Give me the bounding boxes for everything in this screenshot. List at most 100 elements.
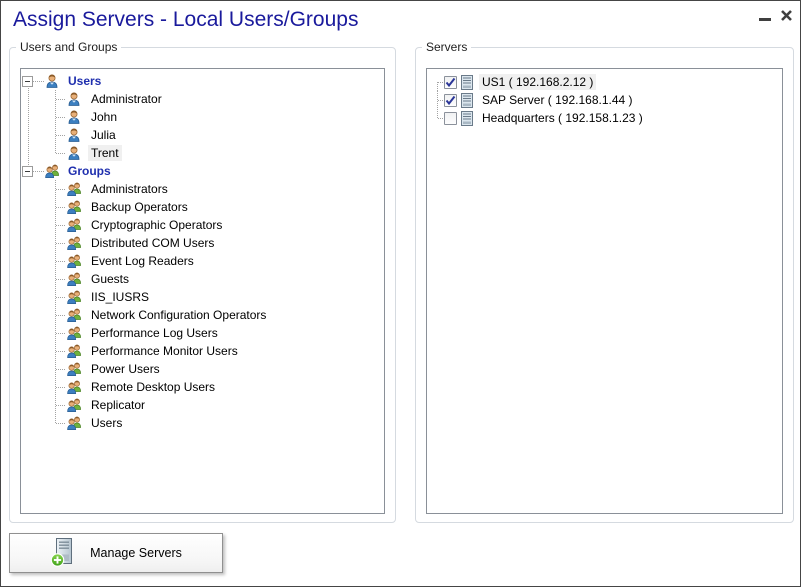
tree-item-label: Users (88, 415, 125, 431)
tree-connector (55, 108, 66, 126)
collapse-toggle-icon[interactable] (22, 166, 33, 177)
server-icon (461, 93, 473, 108)
tree-item-label: IIS_IUSRS (88, 289, 152, 305)
server-checkbox[interactable] (444, 112, 457, 125)
tree-connector (55, 180, 66, 198)
tree-connector (55, 216, 66, 234)
group-icon (66, 343, 82, 359)
tree-connector (55, 234, 66, 252)
tree-connector (55, 126, 66, 144)
tree-connector (55, 198, 66, 216)
group-icon (66, 217, 82, 233)
group-icon (66, 379, 82, 395)
tree-item[interactable]: Replicator (22, 396, 384, 414)
tree-item-label: Guests (88, 271, 132, 287)
tree-item[interactable]: Groups (22, 162, 384, 180)
minimize-button[interactable] (758, 8, 772, 22)
tree-item[interactable]: Performance Monitor Users (22, 342, 384, 360)
server-item-label: Headquarters ( 192.158.1.23 ) (479, 110, 646, 126)
tree-connector (55, 360, 66, 378)
tree-item-label: Remote Desktop Users (88, 379, 218, 395)
tree-item-label: Replicator (88, 397, 148, 413)
servers-list: US1 ( 192.168.2.12 ) SAP Server ( 192.168… (426, 68, 783, 514)
close-button[interactable] (779, 8, 793, 22)
tree-item[interactable]: Distributed COM Users (22, 234, 384, 252)
group-icon (66, 271, 82, 287)
tree-connector (55, 252, 66, 270)
manage-servers-label: Manage Servers (90, 546, 182, 560)
tree-connector (55, 324, 66, 342)
tree-connector (55, 270, 66, 288)
tree-connector (33, 81, 44, 82)
close-icon (780, 9, 793, 22)
group-icon (66, 361, 82, 377)
tree-connector (55, 144, 66, 162)
tree-item-label: Julia (88, 127, 119, 143)
servers-groupbox: Servers US1 ( 192.168.2.12 )SAP Server (… (415, 47, 794, 523)
tree-item[interactable]: Power Users (22, 360, 384, 378)
user-icon (44, 73, 60, 89)
users-groups-groupbox: Users and Groups UsersAdministratorJohnJ… (9, 47, 396, 523)
tree-item[interactable]: Remote Desktop Users (22, 378, 384, 396)
server-checkbox[interactable] (444, 76, 457, 89)
tree-item-label: Performance Monitor Users (88, 343, 241, 359)
tree-item[interactable]: Trent (22, 144, 384, 162)
server-item[interactable]: SAP Server ( 192.168.1.44 ) (437, 91, 782, 109)
tree-item[interactable]: Backup Operators (22, 198, 384, 216)
tree-item[interactable]: Administrators (22, 180, 384, 198)
tree-item-label: Backup Operators (88, 199, 191, 215)
tree-item[interactable]: Users (22, 414, 384, 432)
manage-servers-button[interactable]: Manage Servers (9, 533, 223, 573)
collapse-toggle-icon[interactable] (22, 76, 33, 87)
tree-connector (437, 109, 444, 127)
group-icon (66, 325, 82, 341)
tree-item-label: Network Configuration Operators (88, 307, 269, 323)
tree-item-label: Trent (88, 145, 122, 161)
tree-connector (55, 396, 66, 414)
server-checkbox[interactable] (444, 94, 457, 107)
tree-connector (55, 306, 66, 324)
tree-item-label: Administrator (88, 91, 165, 107)
tree-item[interactable]: Julia (22, 126, 384, 144)
tree-item[interactable]: Guests (22, 270, 384, 288)
dialog-title: Assign Servers - Local Users/Groups (13, 8, 358, 32)
group-icon (66, 289, 82, 305)
group-icon (66, 253, 82, 269)
add-server-icon (50, 538, 76, 568)
tree-item-label: Distributed COM Users (88, 235, 217, 251)
tree-item-label: Groups (66, 164, 113, 178)
tree-item-label: Users (66, 74, 103, 88)
group-icon (66, 181, 82, 197)
server-icon (461, 75, 473, 90)
server-item[interactable]: Headquarters ( 192.158.1.23 ) (437, 109, 782, 127)
tree-connector (437, 91, 444, 109)
tree-item[interactable]: Administrator (22, 90, 384, 108)
user-icon (66, 91, 82, 107)
tree-item[interactable]: Network Configuration Operators (22, 306, 384, 324)
window-controls (758, 8, 793, 22)
server-item-label: US1 ( 192.168.2.12 ) (479, 74, 596, 90)
tree-item-label: John (88, 109, 120, 125)
server-item[interactable]: US1 ( 192.168.2.12 ) (437, 73, 782, 91)
tree-item[interactable]: IIS_IUSRS (22, 288, 384, 306)
tree-connector (55, 414, 66, 432)
tree-item-label: Administrators (88, 181, 171, 197)
tree-item[interactable]: John (22, 108, 384, 126)
server-item-label: SAP Server ( 192.168.1.44 ) (479, 92, 636, 108)
users-groups-tree: Users Administrator John Julia Trent Groups Ad… (20, 68, 385, 514)
group-icon (66, 397, 82, 413)
tree-item[interactable]: Users (22, 72, 384, 90)
tree-connector (55, 378, 66, 396)
tree-item[interactable]: Cryptographic Operators (22, 216, 384, 234)
servers-groupbox-label: Servers (422, 40, 471, 54)
tree-connector (55, 288, 66, 306)
tree-connector (55, 342, 66, 360)
group-icon (66, 235, 82, 251)
tree-item-label: Cryptographic Operators (88, 217, 225, 233)
users-groups-groupbox-label: Users and Groups (16, 40, 121, 54)
group-icon (66, 199, 82, 215)
tree-item[interactable]: Performance Log Users (22, 324, 384, 342)
tree-item[interactable]: Event Log Readers (22, 252, 384, 270)
server-icon (461, 111, 473, 126)
tree-connector (437, 73, 444, 91)
